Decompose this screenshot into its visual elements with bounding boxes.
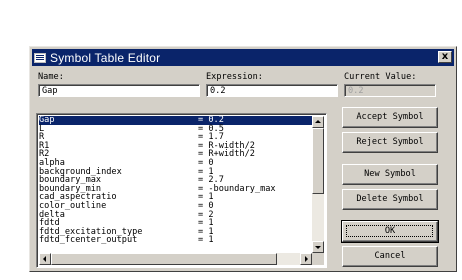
window-icon: [34, 52, 46, 63]
expression-input[interactable]: 0.2: [206, 84, 338, 97]
symbol-name: fdtd_fcenter_output: [39, 235, 138, 246]
symbol-row[interactable]: R1 = R-width/2: [39, 142, 313, 151]
name-input[interactable]: Gap: [38, 84, 200, 97]
symbol-row[interactable]: R = 1.7: [39, 133, 313, 142]
horizontal-scroll-thumb[interactable]: [51, 253, 277, 265]
title-bar[interactable]: Symbol Table Editor x: [32, 49, 454, 66]
symbol-row[interactable]: delta = 2: [39, 210, 313, 220]
scroll-up-button[interactable]: [312, 116, 324, 128]
symbol-row[interactable]: R2 = R+width/2: [39, 150, 313, 159]
delete-symbol-button[interactable]: Delete Symbol: [342, 189, 438, 210]
arrow-up-icon: [315, 120, 321, 123]
symbol-row[interactable]: fdtd_fcenter_output = 1: [39, 236, 313, 245]
expression-label: Expression:: [206, 72, 263, 82]
symbol-value: = 1: [198, 235, 214, 246]
symbol-rows: Gap = 0.2 L = 0.5 R = 1.7 R1 = R-width/2 R2 = R+w…: [39, 116, 313, 245]
arrow-left-icon: [43, 256, 46, 262]
close-button[interactable]: x: [438, 51, 452, 63]
symbol-row[interactable]: L = 0.5: [39, 124, 313, 134]
symbol-table-editor-dialog: Symbol Table Editor x Name: Expression: …: [29, 46, 457, 272]
vertical-scrollbar[interactable]: [312, 116, 324, 253]
focus-rect: [346, 225, 433, 237]
vertical-scroll-thumb[interactable]: [312, 128, 324, 194]
arrow-right-icon: [305, 256, 308, 262]
scrollbar-corner: [312, 253, 324, 265]
symbol-row[interactable]: color_outline = 0: [39, 202, 313, 211]
current-value-field: 0.2: [344, 84, 436, 97]
accept-symbol-button[interactable]: Accept Symbol: [342, 107, 438, 128]
symbol-row[interactable]: Gap = 0.2: [39, 116, 313, 125]
window-title: Symbol Table Editor: [50, 50, 161, 65]
scroll-left-button[interactable]: [39, 253, 51, 265]
symbol-list[interactable]: Gap = 0.2 L = 0.5 R = 1.7 R1 = R-width/2 R2 = R+w…: [36, 113, 327, 268]
scroll-right-button[interactable]: [300, 253, 312, 265]
arrow-down-icon: [315, 246, 321, 249]
cancel-button[interactable]: Cancel: [342, 246, 438, 267]
reject-symbol-button[interactable]: Reject Symbol: [342, 132, 438, 153]
name-label: Name:: [38, 72, 64, 82]
new-symbol-button[interactable]: New Symbol: [342, 164, 438, 185]
ok-button[interactable]: OK: [341, 220, 439, 243]
current-value-label: Current Value:: [344, 72, 417, 82]
horizontal-scrollbar[interactable]: [39, 253, 312, 265]
scroll-down-button[interactable]: [312, 241, 324, 253]
